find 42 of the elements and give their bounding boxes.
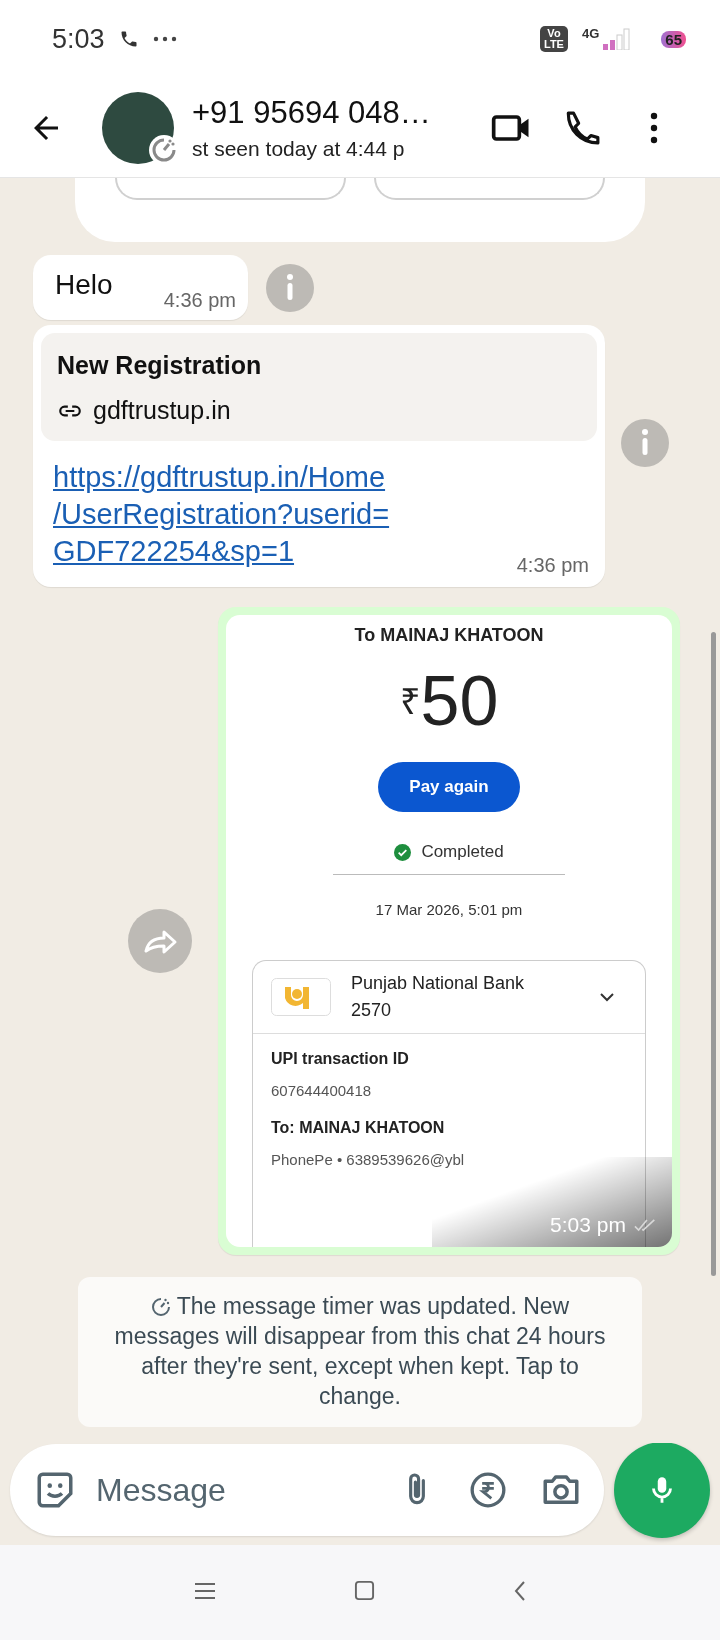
account-number: 2570 — [351, 1000, 393, 1021]
chevron-down-icon[interactable] — [599, 992, 615, 1002]
detail-label: To: MAINAJ KHATOON — [271, 1119, 446, 1137]
amount-text: 50 — [420, 666, 499, 736]
home-icon[interactable] — [353, 1580, 375, 1601]
status-text: Completed — [421, 842, 504, 862]
date-text: 17 Mar 2026, 5:01 pm — [375, 901, 523, 918]
check-circle-icon — [394, 843, 412, 861]
more-icon — [152, 36, 177, 42]
pay-again-button[interactable]: Pay again — [378, 762, 520, 812]
message-time: 4:36 pm — [516, 554, 589, 577]
notice-text: The message timer was updated. New messages will disappear from this chat 24 hours after they're sent, except when kept. Tap to change. — [114, 1293, 606, 1409]
scrollbar[interactable] — [711, 632, 716, 1276]
timer-icon — [150, 1297, 171, 1317]
detail-value: 607644400418 — [271, 1082, 373, 1099]
network-type: 4G — [581, 26, 600, 41]
link-icon — [57, 403, 83, 418]
battery-level: 65 — [661, 30, 686, 48]
detail-label: UPI transaction ID — [271, 1050, 410, 1068]
message-text: Helo — [55, 269, 113, 301]
menu-icon[interactable] — [650, 111, 658, 144]
currency-symbol: ₹ — [399, 680, 421, 724]
volte-badge: Vo LTE — [540, 26, 568, 52]
link-preview-card[interactable]: New Registration gdftrustup.in — [41, 333, 597, 441]
preview-domain: gdftrustup.in — [93, 396, 231, 425]
microphone-button[interactable] — [614, 1442, 710, 1538]
contact-name[interactable]: +91 95694 048… — [192, 94, 462, 131]
bank-logo-icon — [271, 978, 331, 1016]
message-time: 4:36 pm — [163, 289, 236, 312]
message-input-field[interactable]: Message — [94, 1470, 366, 1510]
bank-name: Punjab National Bank — [351, 973, 526, 994]
status-time: 5:03 — [52, 23, 105, 55]
preview-title: New Registration — [57, 351, 263, 380]
message-link[interactable]: https://gdftrustup.in/Home /UserRegistration?userid= GDF722254&sp=1 — [41, 441, 402, 570]
system-notice[interactable]: The message timer was updated. New messages will disappear from this chat 24 hours after they're sent, except when kept. Tap to change. — [78, 1277, 642, 1427]
image-message-bubble[interactable]: To MAINAJ KHATOON ₹50 Pay again Completed 17 Mar 2026, 5:01 pm Punjab National Bank 2570 UPI transaction ID 607644400418 To: MAINAJ KHATOON PhonePe • 6389539626@ybl 5:03 pm — [218, 607, 680, 1255]
recipient-text: To MAINAJ KHATOON — [354, 625, 544, 646]
message-time: 5:03 pm — [550, 1213, 626, 1237]
last-seen-text: st seen today at 4:44 p — [192, 136, 406, 161]
detail-value: PhonePe • 6389539626@ybl — [271, 1151, 466, 1168]
double-check-icon — [634, 1217, 658, 1233]
rupee-icon[interactable] — [468, 1470, 508, 1510]
